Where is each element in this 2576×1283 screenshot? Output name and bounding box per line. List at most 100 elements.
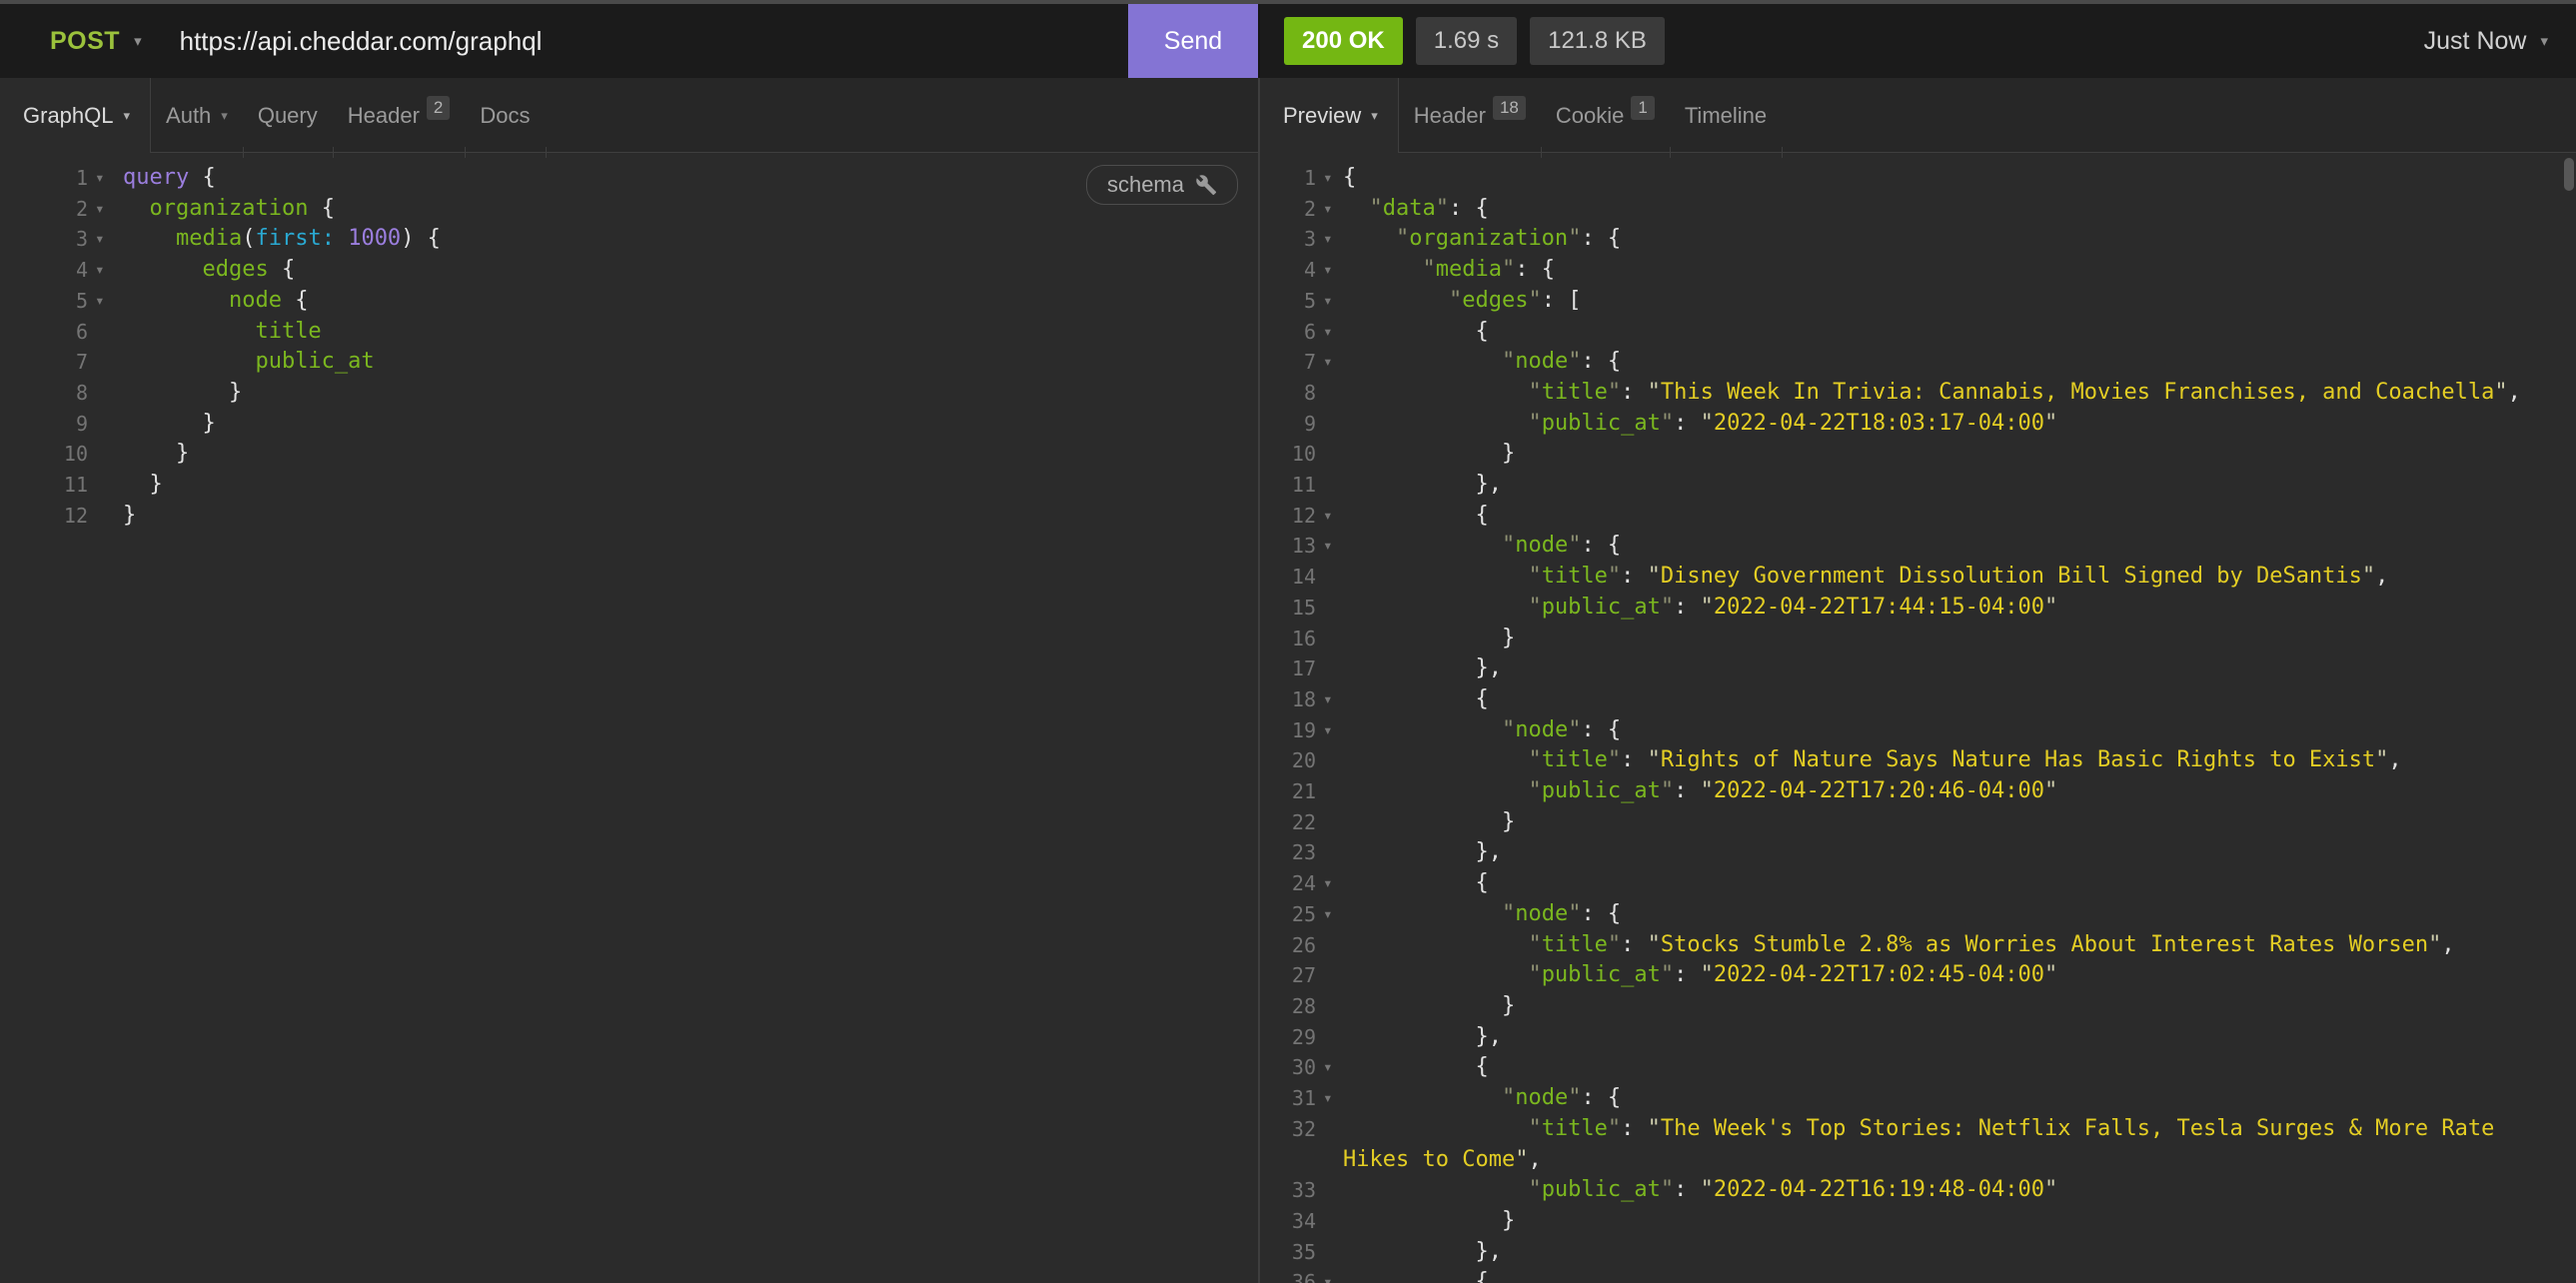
code-line: 33 "public_at": "2022-04-22T16:19:48-04:… <box>1260 1175 2576 1206</box>
fold-toggle-icon[interactable]: ▾ <box>1316 868 1343 899</box>
line-number: 1 <box>1260 163 1316 194</box>
code-text: } <box>123 378 242 409</box>
code-line: 12} <box>0 501 1258 532</box>
scrollbar-thumb[interactable] <box>2564 158 2574 191</box>
line-number: 31 <box>1260 1083 1316 1114</box>
fold-toggle-icon[interactable]: ▾ <box>1316 531 1343 562</box>
fold-toggle-icon[interactable]: ▾ <box>1316 286 1343 317</box>
tab-header[interactable]: Header 2 <box>333 78 466 153</box>
line-number: 17 <box>1260 653 1316 684</box>
code-line: 27 "public_at": "2022-04-22T17:02:45-04:… <box>1260 960 2576 991</box>
graphql-code: 1▾query {2▾ organization {3▾ media(first… <box>0 163 1258 531</box>
fold-toggle-icon[interactable]: ▾ <box>1316 163 1343 194</box>
code-line: 21 "public_at": "2022-04-22T17:20:46-04:… <box>1260 776 2576 807</box>
code-text: "public_at": "2022-04-22T17:02:45-04:00" <box>1343 960 2057 991</box>
send-button[interactable]: Send <box>1128 4 1258 78</box>
code-text: edges { <box>123 255 295 286</box>
chevron-down-icon: ▾ <box>2540 32 2548 50</box>
tab-timeline-label: Timeline <box>1685 103 1767 129</box>
size-badge: 121.8 KB <box>1530 17 1665 65</box>
tab-cookie-label: Cookie <box>1556 103 1624 129</box>
code-line: 30▾ { <box>1260 1052 2576 1083</box>
code-line: 4▾ "media": { <box>1260 255 2576 286</box>
code-text: node { <box>123 286 308 317</box>
fold-toggle-icon[interactable]: ▾ <box>88 163 123 194</box>
code-line: 14 "title": "Disney Government Dissoluti… <box>1260 562 2576 593</box>
line-number: 27 <box>1260 960 1316 991</box>
code-line: 34 } <box>1260 1206 2576 1237</box>
code-line: 8 "title": "This Week In Trivia: Cannabi… <box>1260 378 2576 409</box>
fold-toggle-icon[interactable]: ▾ <box>88 255 123 286</box>
line-number: 35 <box>1260 1237 1316 1268</box>
code-line: 29 }, <box>1260 1022 2576 1053</box>
fold-toggle-icon[interactable]: ▾ <box>1316 194 1343 225</box>
line-number: 4 <box>1260 255 1316 286</box>
fold-toggle-icon[interactable]: ▾ <box>88 286 123 317</box>
line-number: 19 <box>1260 715 1316 746</box>
code-line: 31▾ "node": { <box>1260 1083 2576 1114</box>
code-line: 16 } <box>1260 624 2576 654</box>
method-dropdown[interactable]: POST ▾ <box>50 27 142 56</box>
tabs-filler <box>1782 78 2576 153</box>
fold-toggle-icon[interactable]: ▾ <box>1316 224 1343 255</box>
line-number: 5 <box>1260 286 1316 317</box>
code-text: "public_at": "2022-04-22T17:44:15-04:00" <box>1343 593 2057 624</box>
code-text: } <box>123 470 163 501</box>
response-tabs: Preview ▾ Header 18 Cookie 1 Timeline <box>1260 78 2576 153</box>
url-input[interactable]: https://api.cheddar.com/graphql <box>180 26 1128 57</box>
fold-toggle-icon[interactable]: ▾ <box>1316 899 1343 930</box>
line-number: 18 <box>1260 684 1316 715</box>
code-text: "organization": { <box>1343 224 1621 255</box>
code-line: 5▾ node { <box>0 286 1258 317</box>
line-number: 6 <box>0 317 88 348</box>
fold-toggle-icon[interactable]: ▾ <box>1316 715 1343 746</box>
method-label: POST <box>50 27 120 56</box>
line-number: 10 <box>1260 439 1316 470</box>
code-line: 25▾ "node": { <box>1260 899 2576 930</box>
fold-toggle-icon[interactable]: ▾ <box>1316 1267 1343 1283</box>
code-line: 2▾ organization { <box>0 194 1258 225</box>
schema-button[interactable]: schema <box>1086 165 1238 205</box>
schema-button-label: schema <box>1107 172 1184 198</box>
tab-cookie[interactable]: Cookie 1 <box>1541 78 1670 153</box>
tab-auth[interactable]: Auth ▾ <box>151 78 243 153</box>
line-number: 26 <box>1260 930 1316 961</box>
fold-toggle-icon[interactable]: ▾ <box>88 224 123 255</box>
fold-toggle-icon[interactable]: ▾ <box>1316 684 1343 715</box>
fold-toggle-icon[interactable]: ▾ <box>88 194 123 225</box>
line-number: 14 <box>1260 562 1316 593</box>
line-number: 36 <box>1260 1267 1316 1283</box>
chevron-down-icon: ▾ <box>1371 108 1378 124</box>
fold-toggle-icon[interactable]: ▾ <box>1316 317 1343 348</box>
tab-response-header-label: Header <box>1414 103 1486 129</box>
line-number: 7 <box>1260 347 1316 378</box>
tab-docs[interactable]: Docs <box>465 78 545 153</box>
code-text: { <box>1343 868 1489 899</box>
graphql-query-editor[interactable]: 1▾query {2▾ organization {3▾ media(first… <box>0 153 1258 1283</box>
history-label: Just Now <box>2424 27 2527 56</box>
line-number: 25 <box>1260 899 1316 930</box>
wrench-icon <box>1195 174 1217 196</box>
fold-toggle-icon[interactable]: ▾ <box>1316 1052 1343 1083</box>
line-number: 16 <box>1260 624 1316 654</box>
fold-toggle-icon[interactable]: ▾ <box>1316 255 1343 286</box>
fold-toggle-icon[interactable]: ▾ <box>1316 347 1343 378</box>
code-text: "public_at": "2022-04-22T16:19:48-04:00" <box>1343 1175 2057 1206</box>
tab-query[interactable]: Query <box>243 78 333 153</box>
request-tabs: GraphQL ▾ Auth ▾ Query Header 2 Docs <box>0 78 1258 153</box>
fold-toggle-icon[interactable]: ▾ <box>1316 1083 1343 1114</box>
line-number: 34 <box>1260 1206 1316 1237</box>
code-text: } <box>123 409 216 440</box>
code-line: 1▾{ <box>1260 163 2576 194</box>
tab-graphql-body[interactable]: GraphQL ▾ <box>0 78 151 153</box>
tab-response-header[interactable]: Header 18 <box>1399 78 1541 153</box>
tab-timeline[interactable]: Timeline <box>1670 78 1782 153</box>
code-line: 22 } <box>1260 807 2576 838</box>
line-number: 24 <box>1260 868 1316 899</box>
response-preview-editor[interactable]: 1▾{2▾ "data": {3▾ "organization": {4▾ "m… <box>1260 153 2576 1283</box>
history-dropdown[interactable]: Just Now ▾ <box>2424 27 2548 56</box>
code-text: "node": { <box>1343 347 1621 378</box>
tab-preview[interactable]: Preview ▾ <box>1260 78 1399 153</box>
fold-toggle-icon[interactable]: ▾ <box>1316 501 1343 532</box>
code-line: 4▾ edges { <box>0 255 1258 286</box>
